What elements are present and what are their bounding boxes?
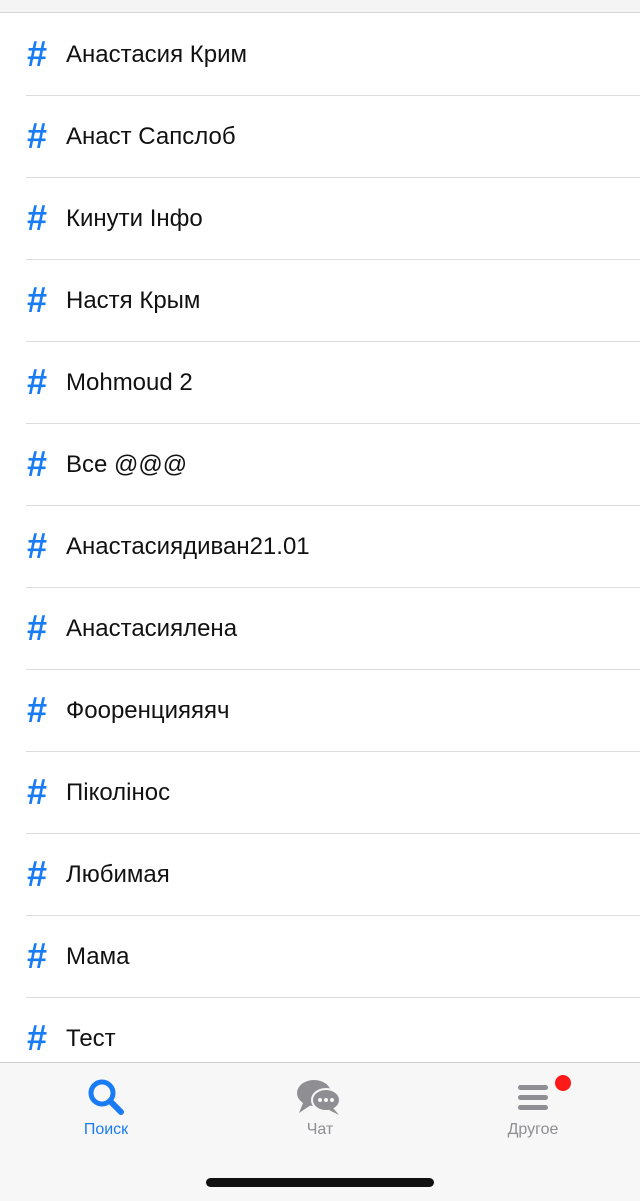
list-item[interactable]: # Настя Крым (0, 260, 640, 342)
hashtag-icon: # (26, 1017, 48, 1058)
tab-chat-label: Чат (306, 1121, 334, 1138)
list-item-label: Фооренцияяяч (66, 697, 230, 724)
search-icon (88, 1079, 124, 1115)
list-item-label: Мама (66, 943, 130, 970)
hashtag-icon: # (26, 33, 48, 74)
list-item[interactable]: # Mohmoud 2 (0, 342, 640, 424)
list-item-label: Mohmoud 2 (66, 369, 193, 396)
home-indicator (206, 1178, 434, 1187)
list-item[interactable]: # Все @@@ (0, 424, 640, 506)
list-item-label: Все @@@ (66, 451, 188, 478)
list-item-label: Любимая (66, 861, 170, 888)
list-item[interactable]: # Фооренцияяяч (0, 670, 640, 752)
list-item-label: Анастасиядиван21.01 (66, 533, 310, 560)
top-strip (0, 0, 640, 13)
hashtag-icon: # (26, 525, 48, 566)
hashtag-icon: # (26, 361, 48, 402)
tab-search-label: Поиск (83, 1121, 129, 1138)
tab-search[interactable]: Поиск (36, 1077, 176, 1147)
list-item[interactable]: # Кинути Інфо (0, 178, 640, 260)
list-item[interactable]: # Анастасиядиван21.01 (0, 506, 640, 588)
hashtag-icon: # (26, 771, 48, 812)
list-item-label: Кинути Інфо (66, 205, 203, 232)
list-item-label: Анастасия Крим (66, 41, 247, 68)
hashtag-icon: # (26, 853, 48, 894)
list-item-label: Анастасиялена (66, 615, 238, 642)
list-item[interactable]: # Анаст Сапслоб (0, 96, 640, 178)
menu-icon (518, 1085, 548, 1110)
tag-list: # Анастасия Крим # Анаст Сапслоб # Кинути Інф… (0, 14, 640, 1062)
list-item[interactable]: # Мама (0, 916, 640, 998)
hashtag-icon: # (26, 197, 48, 238)
hashtag-icon: # (26, 935, 48, 976)
hashtag-icon: # (26, 689, 48, 730)
list-item[interactable]: # Любимая (0, 834, 640, 916)
hashtag-icon: # (26, 115, 48, 156)
notification-badge (555, 1075, 571, 1091)
chat-bubbles-icon (297, 1080, 341, 1115)
tab-other[interactable]: Другое (463, 1075, 603, 1147)
list-item-label: Настя Крым (66, 287, 201, 314)
hashtag-icon: # (26, 607, 48, 648)
list-item[interactable]: # Анастасиялена (0, 588, 640, 670)
hashtag-icon: # (26, 443, 48, 484)
list-item-label: Піколінос (66, 779, 171, 806)
list-item-label: Тест (66, 1025, 116, 1052)
list-item[interactable]: # Анастасия Крим (0, 14, 640, 96)
tab-chat[interactable]: Чат (250, 1077, 390, 1147)
list-item-label: Анаст Сапслоб (66, 123, 236, 150)
tab-other-label: Другое (507, 1121, 559, 1138)
list-item[interactable]: # Піколінос (0, 752, 640, 834)
hashtag-icon: # (26, 279, 48, 320)
list-item[interactable]: # Тест (0, 998, 640, 1062)
